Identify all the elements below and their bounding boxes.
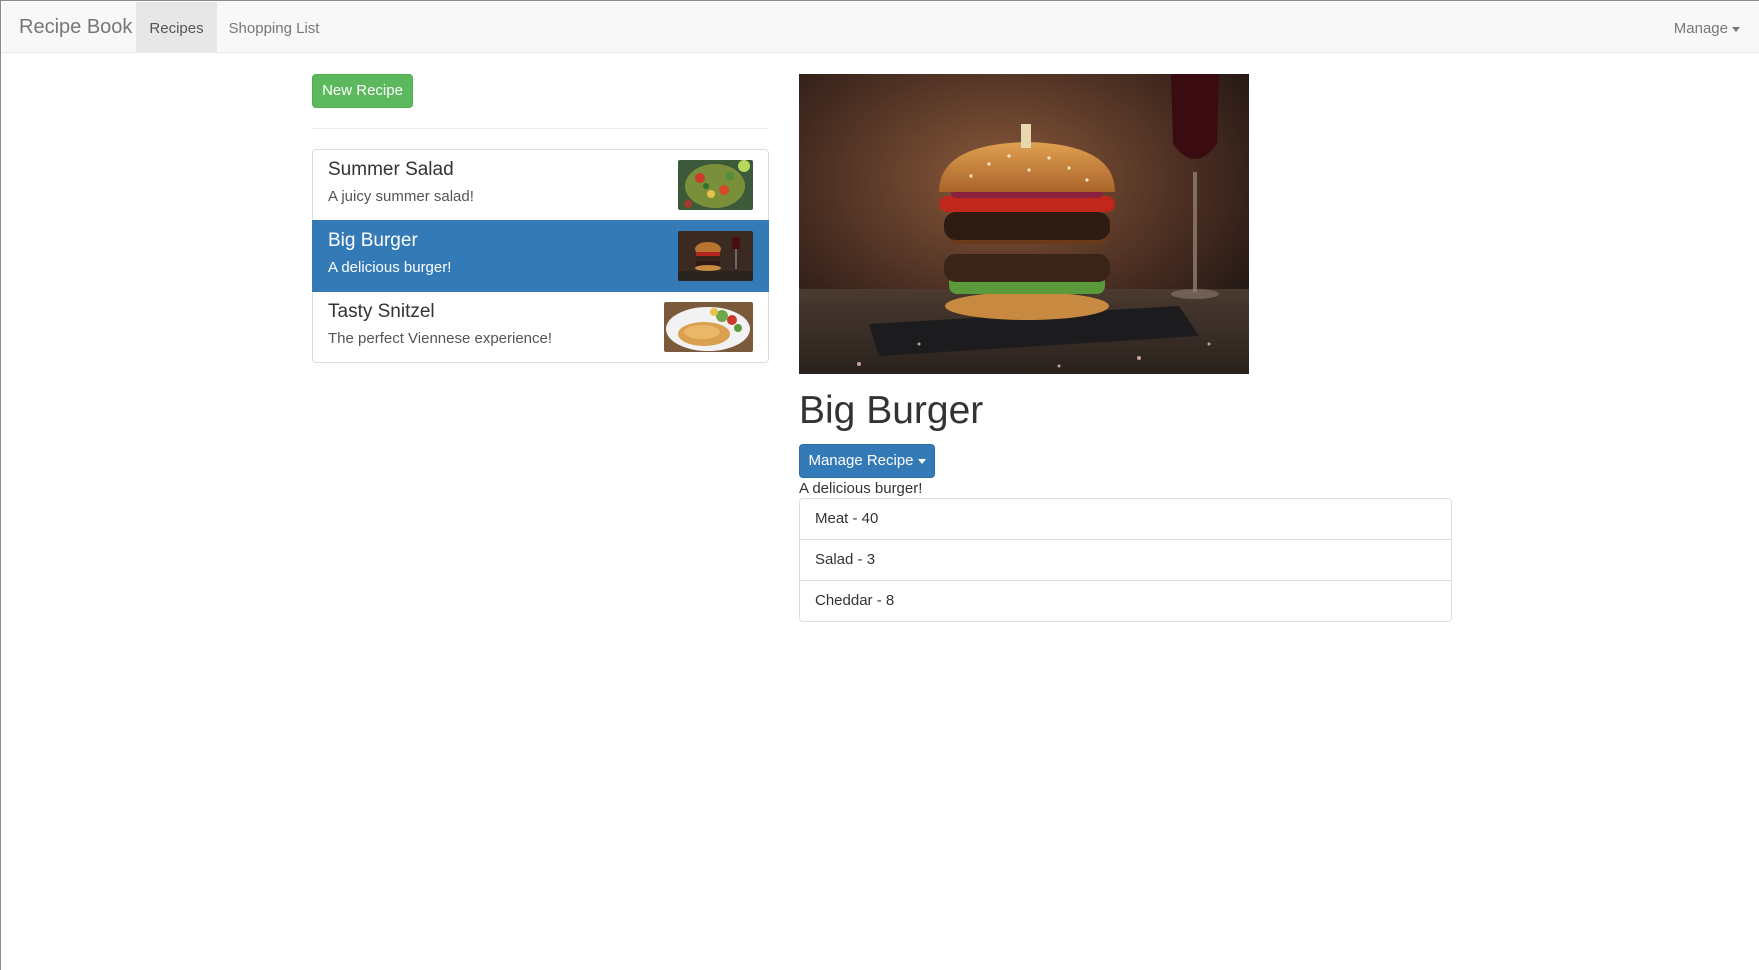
- schnitzel-thumbnail: [664, 302, 753, 352]
- burger-thumbnail: [678, 231, 753, 281]
- recipe-description: A delicious burger!: [799, 480, 923, 497]
- ingredient-item: Cheddar - 8: [799, 580, 1452, 622]
- browser-viewport: Recipe Book Recipes Shopping List Manage…: [0, 0, 1759, 970]
- recipe-name: Tasty Snitzel: [328, 301, 435, 322]
- recipe-description: A juicy summer salad!: [328, 188, 474, 205]
- salad-thumbnail: [678, 160, 753, 210]
- recipe-name: Big Burger: [328, 230, 418, 251]
- recipe-name: Summer Salad: [328, 159, 454, 180]
- manage-dropdown[interactable]: Manage: [1674, 2, 1740, 53]
- ingredient-item: Meat - 40: [799, 498, 1452, 540]
- top-navbar: Recipe Book Recipes Shopping List Manage: [2, 2, 1759, 53]
- recipe-description: The perfect Viennese experience!: [328, 330, 553, 347]
- recipe-detail-image: [799, 74, 1249, 374]
- brand-link[interactable]: Recipe Book: [19, 2, 132, 53]
- caret-down-icon: [1732, 26, 1740, 32]
- recipe-title: Big Burger: [799, 389, 984, 432]
- divider: [312, 128, 769, 129]
- manage-dropdown-label: Manage: [1673, 20, 1728, 37]
- ingredient-item: Salad - 3: [799, 539, 1452, 581]
- recipe-item-tasty-snitzel[interactable]: Tasty Snitzel The perfect Viennese exper…: [312, 291, 769, 363]
- recipe-item-summer-salad[interactable]: Summer Salad A juicy summer salad!: [312, 149, 769, 221]
- tab-shopping-list[interactable]: Shopping List: [217, 2, 331, 53]
- ingredients-list: Meat - 40 Salad - 3 Cheddar - 8: [799, 498, 1452, 622]
- tab-recipes[interactable]: Recipes: [136, 2, 217, 53]
- recipe-description: A delicious burger!: [328, 259, 452, 276]
- manage-recipe-label: Manage Recipe: [808, 452, 914, 469]
- new-recipe-button[interactable]: New Recipe: [312, 74, 413, 108]
- recipe-list: Summer Salad A juicy summer salad! Big B…: [312, 149, 769, 363]
- caret-down-icon: [917, 458, 926, 464]
- manage-recipe-button[interactable]: Manage Recipe: [799, 444, 935, 478]
- recipe-item-big-burger[interactable]: Big Burger A delicious burger!: [312, 220, 769, 292]
